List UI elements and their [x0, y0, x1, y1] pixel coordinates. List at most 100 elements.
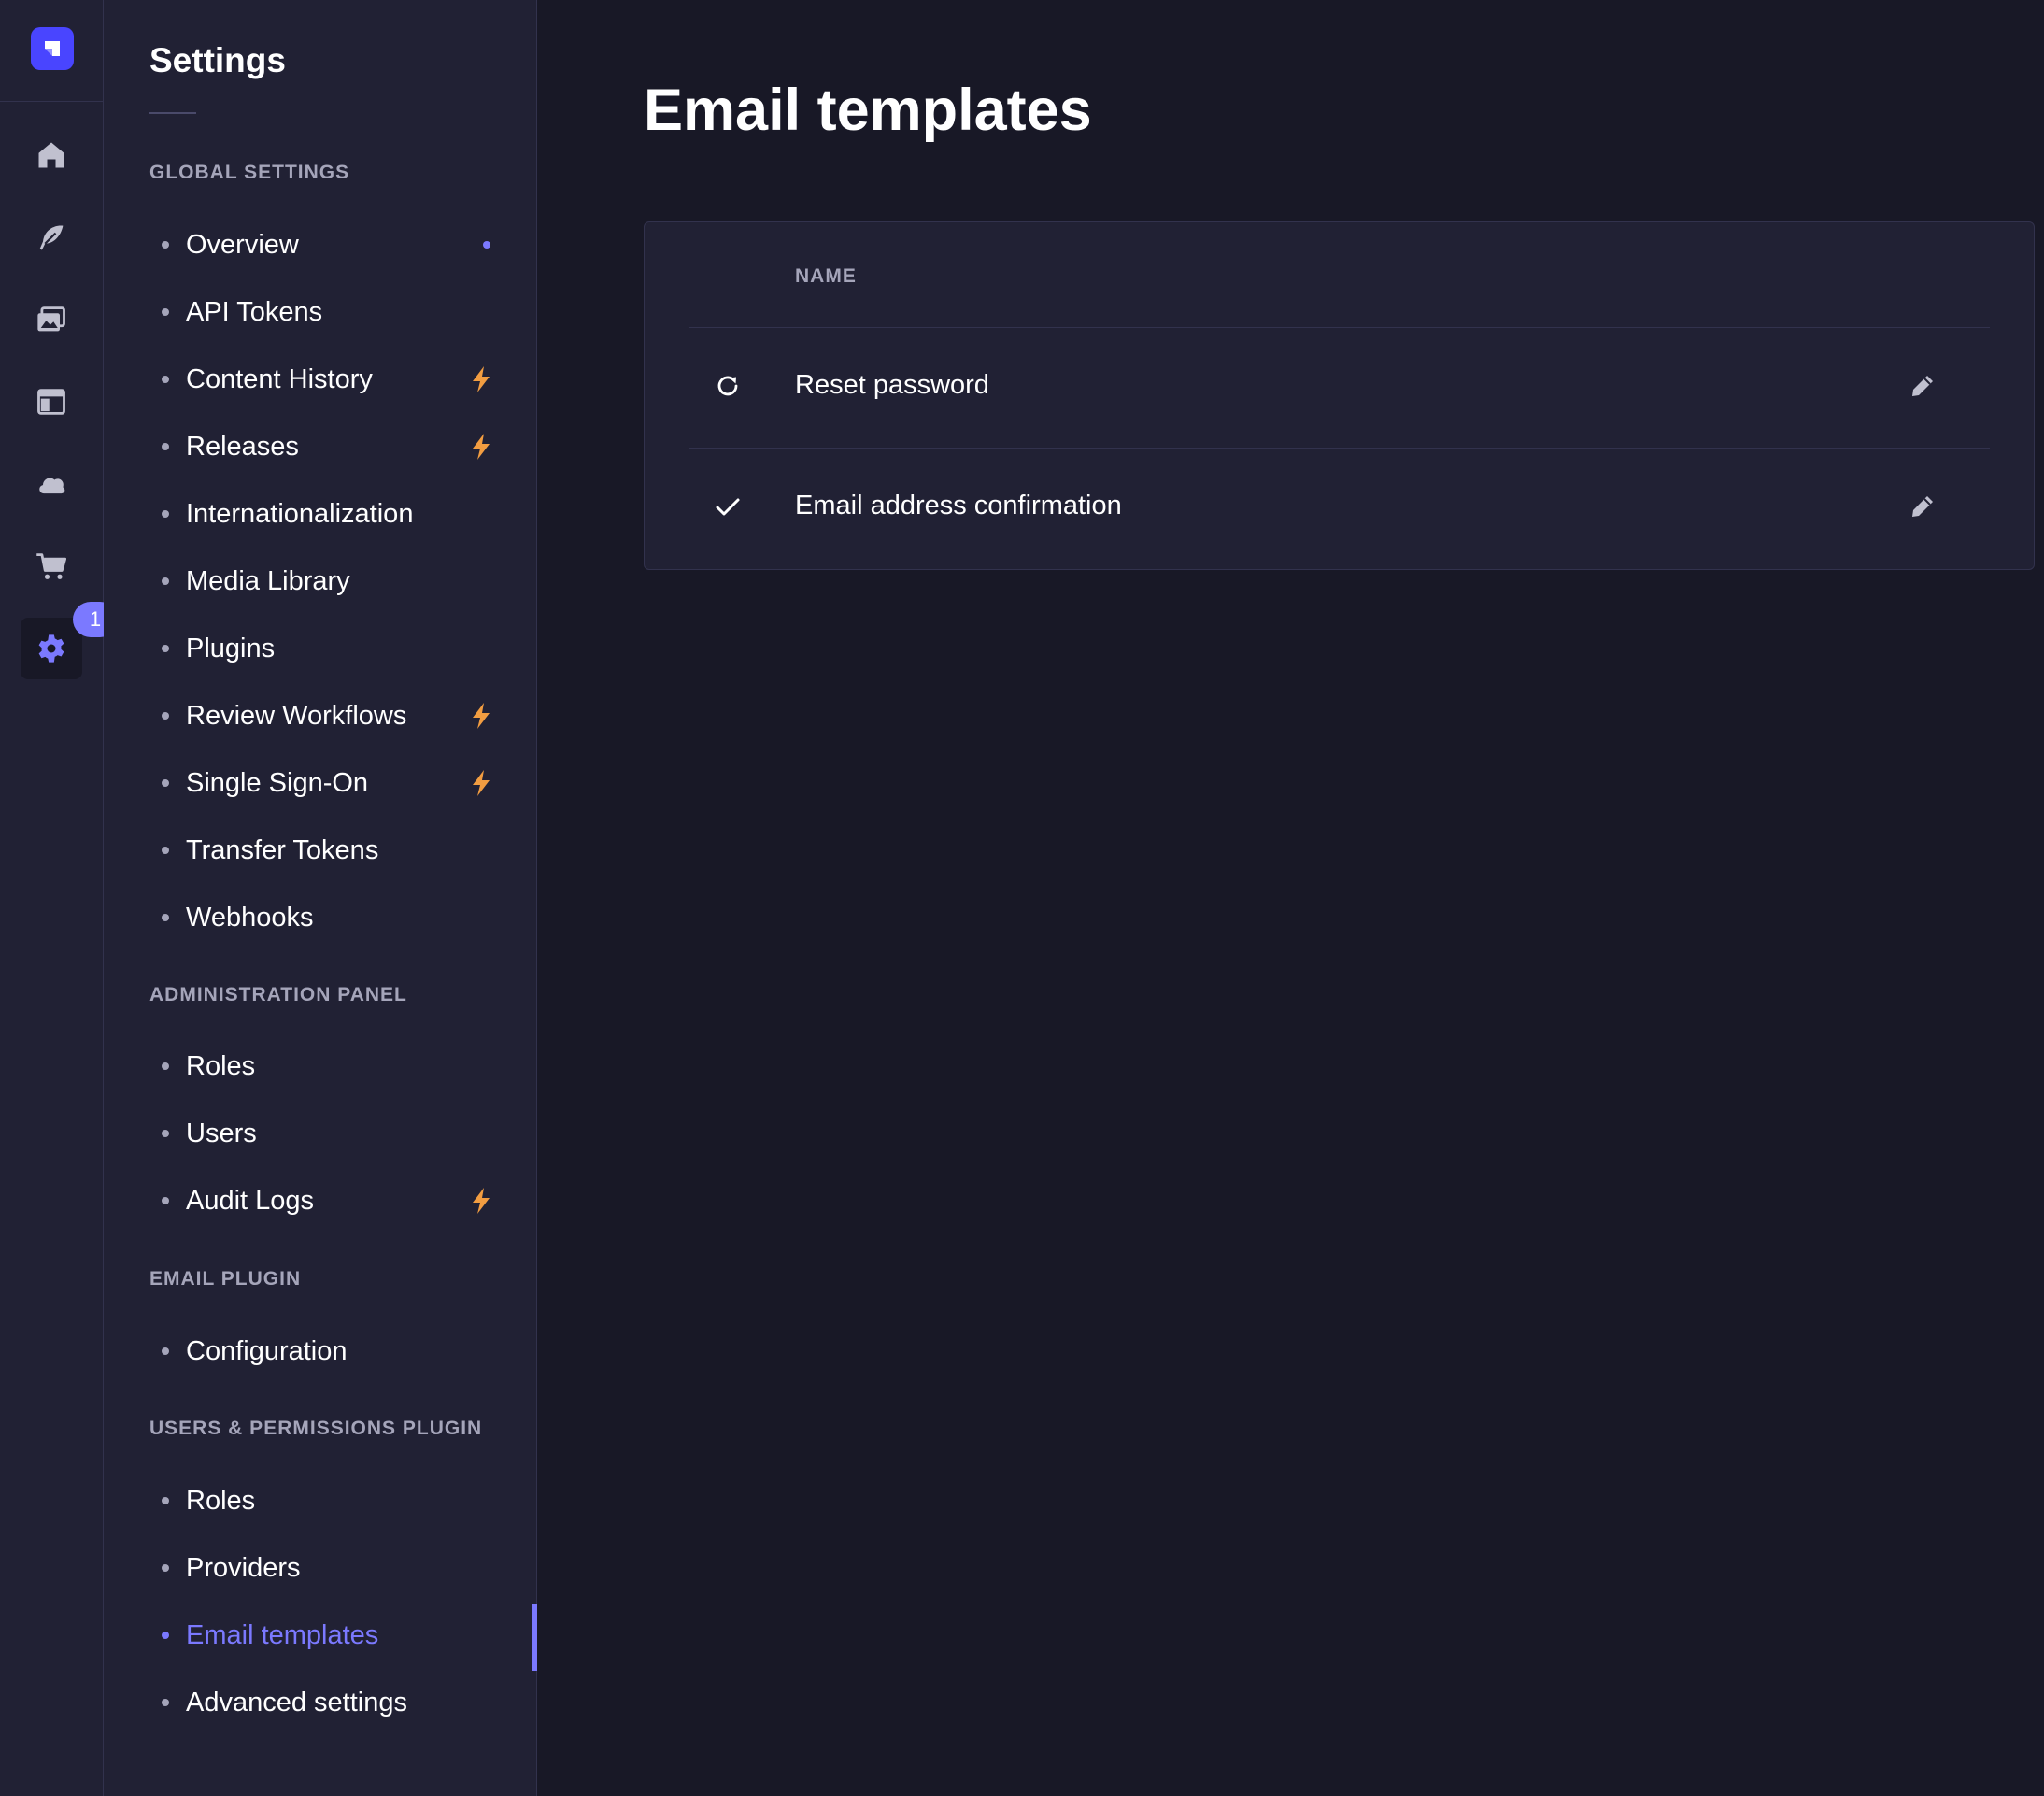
- nav-item-label: Plugins: [186, 633, 276, 663]
- settings-subnav: Settings GLOBAL SETTINGS Overview API To…: [104, 0, 537, 1796]
- nav-item-label: Single Sign-On: [186, 767, 369, 798]
- bullet: [162, 1497, 169, 1504]
- nav-item-up-roles[interactable]: Roles: [162, 1475, 517, 1527]
- bullet: [162, 1632, 169, 1639]
- home-icon: [38, 142, 64, 168]
- lightning-icon: [473, 703, 490, 729]
- nav-item-label: Releases: [186, 431, 299, 462]
- section-label-users-permissions-plugin: USERS & PERMISSIONS PLUGIN: [149, 1418, 483, 1439]
- bullet: [162, 712, 169, 720]
- cloud-icon: [39, 478, 65, 494]
- lightning-icon: [473, 434, 490, 460]
- cart-icon: [36, 553, 67, 579]
- nav-item-users[interactable]: Users: [162, 1107, 517, 1160]
- nav-item-releases[interactable]: Releases: [162, 420, 517, 473]
- media-icon: [37, 306, 65, 332]
- pencil-icon: [1912, 496, 1933, 517]
- nav-item-label: Review Workflows: [186, 700, 407, 731]
- bullet: [162, 308, 169, 316]
- logo-icon: [45, 41, 60, 56]
- template-name: Email address confirmation: [795, 491, 1122, 520]
- nav-item-label: Content History: [186, 363, 373, 394]
- template-name: Reset password: [795, 370, 989, 400]
- new-indicator-dot: [483, 241, 490, 249]
- rail-divider: [0, 101, 104, 102]
- rail-content-type-builder[interactable]: [21, 371, 82, 433]
- rail-marketplace[interactable]: [21, 535, 82, 597]
- section-label-email-plugin: EMAIL PLUGIN: [149, 1268, 302, 1290]
- strapi-logo[interactable]: [31, 27, 74, 70]
- active-indicator-bar: [532, 1604, 537, 1671]
- refresh-icon: [717, 376, 738, 396]
- nav-item-plugins[interactable]: Plugins: [162, 622, 517, 675]
- nav-item-overview[interactable]: Overview: [162, 219, 517, 271]
- section-label-administration-panel: ADMINISTRATION PANEL: [149, 984, 407, 1005]
- nav-item-label: Providers: [186, 1552, 301, 1583]
- page-title: Email templates: [644, 78, 1092, 143]
- nav-item-single-sign-on[interactable]: Single Sign-On: [162, 757, 517, 809]
- nav-item-label: Transfer Tokens: [186, 834, 379, 865]
- bullet: [162, 443, 169, 450]
- nav-item-review-workflows[interactable]: Review Workflows: [162, 690, 517, 742]
- nav-item-admin-roles[interactable]: Roles: [162, 1040, 517, 1092]
- nav-item-api-tokens[interactable]: API Tokens: [162, 286, 517, 338]
- nav-item-label: Email templates: [186, 1619, 379, 1650]
- rail-deploy[interactable]: [21, 453, 82, 515]
- rail-home[interactable]: [21, 124, 82, 186]
- pencil-icon: [1912, 376, 1933, 396]
- bullet: [162, 1130, 169, 1137]
- edit-button[interactable]: [1901, 485, 1944, 528]
- bullet: [162, 241, 169, 249]
- nav-item-email-templates[interactable]: Email templates: [162, 1609, 517, 1661]
- nav-item-label: Webhooks: [186, 902, 314, 933]
- nav-item-label: API Tokens: [186, 296, 323, 327]
- lightning-icon: [473, 770, 490, 796]
- nav-item-webhooks[interactable]: Webhooks: [162, 891, 517, 944]
- nav-item-advanced-settings[interactable]: Advanced settings: [162, 1676, 517, 1729]
- lightning-icon: [473, 1188, 490, 1214]
- bullet: [162, 1062, 169, 1070]
- nav-item-audit-logs[interactable]: Audit Logs: [162, 1175, 517, 1227]
- lightning-icon: [473, 366, 490, 392]
- bullet: [162, 645, 169, 652]
- section-label-global-settings: GLOBAL SETTINGS: [149, 162, 350, 183]
- layout-icon: [37, 389, 65, 415]
- nav-item-label: Users: [186, 1118, 257, 1148]
- nav-item-label: Configuration: [186, 1335, 348, 1366]
- bullet: [162, 577, 169, 585]
- nav-item-label: Overview: [186, 229, 299, 260]
- nav-item-label: Media Library: [186, 565, 350, 596]
- subnav-title: Settings: [149, 41, 286, 79]
- app: 1 Settings GLOBAL SETTINGS Overview API …: [0, 0, 2044, 1796]
- main-nav-rail: 1: [0, 0, 118, 1796]
- bullet: [162, 1564, 169, 1572]
- gear-icon: [38, 634, 64, 663]
- nav-item-label: Internationalization: [186, 498, 414, 529]
- nav-item-label: Roles: [186, 1050, 256, 1081]
- bullet: [162, 914, 169, 921]
- nav-item-content-history[interactable]: Content History: [162, 353, 517, 406]
- nav-item-configuration[interactable]: Configuration: [162, 1325, 517, 1377]
- nav-item-label: Roles: [186, 1485, 256, 1516]
- column-header-name: NAME: [795, 265, 857, 287]
- templates-table: NAME Reset password Email address confir…: [644, 221, 2035, 570]
- title-divider: [149, 112, 196, 114]
- feather-icon: [39, 225, 64, 250]
- table-row[interactable]: Reset password: [689, 327, 1990, 447]
- bullet: [162, 1347, 169, 1355]
- edit-button[interactable]: [1901, 364, 1944, 407]
- bullet: [162, 376, 169, 383]
- nav-item-transfer-tokens[interactable]: Transfer Tokens: [162, 824, 517, 877]
- bullet: [162, 779, 169, 787]
- nav-item-providers[interactable]: Providers: [162, 1542, 517, 1594]
- table-row[interactable]: Email address confirmation: [689, 448, 1990, 567]
- nav-item-label: Advanced settings: [186, 1687, 407, 1718]
- rail-content-manager[interactable]: [21, 207, 82, 268]
- nav-item-internationalization[interactable]: Internationalization: [162, 488, 517, 540]
- nav-item-label: Audit Logs: [186, 1185, 315, 1216]
- rail-settings[interactable]: 1: [21, 602, 118, 679]
- nav-item-media-library[interactable]: Media Library: [162, 555, 517, 607]
- bullet: [162, 847, 169, 854]
- rail-media-library[interactable]: [21, 289, 82, 350]
- bullet: [162, 1699, 169, 1706]
